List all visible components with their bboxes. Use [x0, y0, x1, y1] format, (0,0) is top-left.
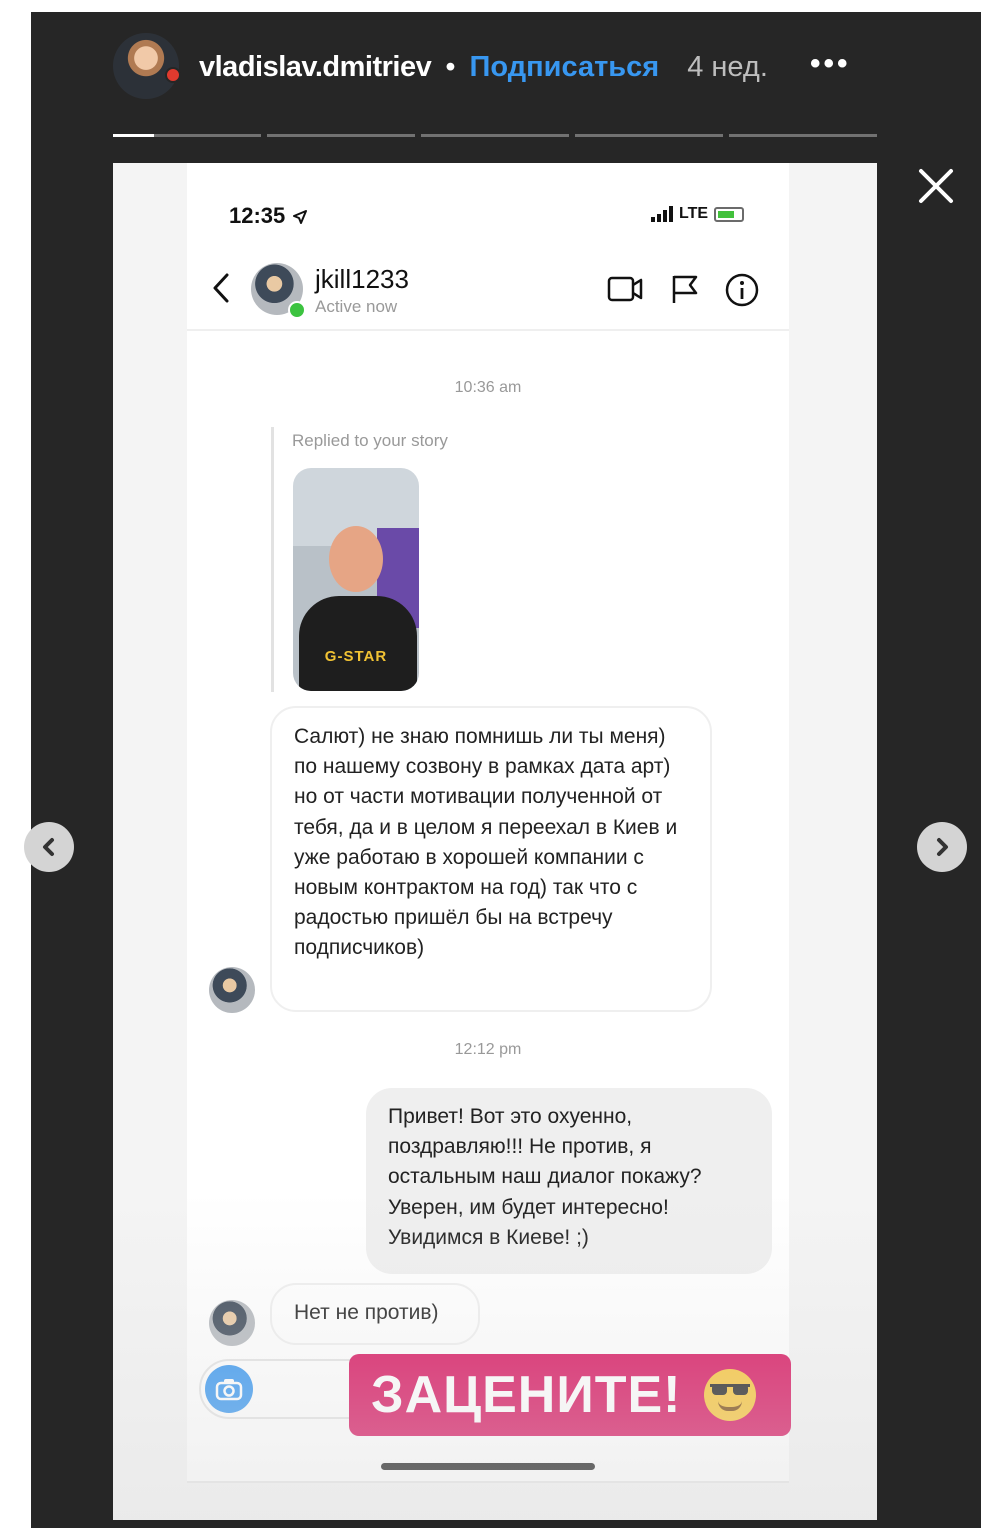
chevron-left-icon [43, 838, 54, 856]
more-options-button[interactable]: ••• [810, 47, 851, 81]
network-type: LTE [679, 205, 709, 222]
header-text: vladislav.dmitriev • Подписаться 4 нед. [199, 51, 768, 84]
author-avatar[interactable] [113, 33, 181, 99]
thumbnail-hoodie-text: G-STAR [324, 648, 388, 665]
back-arrow-icon[interactable] [209, 271, 233, 305]
outgoing-message[interactable]: Привет! Вот это охуенно, поздравляю!!! Н… [366, 1088, 772, 1274]
flag-icon[interactable] [670, 273, 700, 305]
story-header: vladislav.dmitriev • Подписаться 4 нед. … [113, 33, 913, 103]
message-timestamp: 10:36 am [454, 379, 522, 396]
home-indicator [381, 1463, 595, 1470]
progress-segment [729, 134, 877, 137]
sunglasses-emoji-icon [703, 1369, 756, 1421]
incoming-message[interactable]: Нет не против) [270, 1283, 480, 1345]
next-story-button[interactable] [917, 822, 967, 872]
thumbnail-person-body [299, 596, 417, 691]
incoming-message[interactable]: Салют) не знаю помнишь ли ты меня) по на… [270, 706, 712, 1012]
thumbnail-person-head [329, 526, 383, 592]
phone-screenshot: 12:35 LTE jkill1233 Active now 10:36 am … [187, 163, 791, 1483]
sender-avatar [209, 1300, 255, 1346]
progress-segment [113, 134, 261, 137]
battery-icon [714, 206, 745, 222]
post-time: 4 нед. [687, 51, 768, 83]
story-content: 12:35 LTE jkill1233 Active now 10:36 am … [113, 163, 877, 1520]
online-indicator [288, 301, 306, 319]
video-call-icon[interactable] [607, 273, 645, 305]
author-username[interactable]: vladislav.dmitriev [199, 51, 432, 83]
close-icon [919, 169, 953, 203]
header-separator: • [445, 51, 456, 83]
status-time: 12:35 [229, 203, 308, 229]
sticker-text: ЗАЦЕНИТЕ! [371, 1366, 682, 1424]
follow-button[interactable]: Подписаться [470, 51, 660, 83]
contact-username[interactable]: jkill1233 [315, 264, 409, 295]
status-time-text: 12:35 [229, 203, 286, 228]
progress-segment [267, 134, 415, 137]
phone-bottom-edge [187, 1481, 789, 1483]
camera-button[interactable] [205, 1365, 253, 1413]
story-text-sticker: ЗАЦЕНИТЕ! [349, 1354, 791, 1436]
progress-segment [575, 134, 723, 137]
live-badge [165, 67, 181, 83]
signal-icon [651, 206, 673, 222]
story-reply-thumbnail[interactable]: G-STAR [293, 468, 419, 691]
reply-quote-bar [271, 427, 274, 692]
status-indicators: LTE [651, 205, 745, 223]
reply-label: Replied to your story [292, 431, 448, 450]
chat-header: jkill1233 Active now [187, 253, 789, 331]
progress-segment [421, 134, 569, 137]
close-button[interactable] [916, 166, 956, 206]
message-timestamp: 12:12 pm [454, 1041, 522, 1058]
camera-icon [215, 1379, 243, 1401]
contact-presence: Active now [315, 297, 398, 316]
story-progress [113, 134, 877, 137]
chevron-right-icon [937, 838, 948, 856]
sender-avatar [209, 967, 255, 1013]
info-icon[interactable] [725, 273, 759, 307]
progress-fill [113, 134, 155, 137]
previous-story-button[interactable] [24, 822, 74, 872]
location-arrow-icon [293, 210, 308, 225]
